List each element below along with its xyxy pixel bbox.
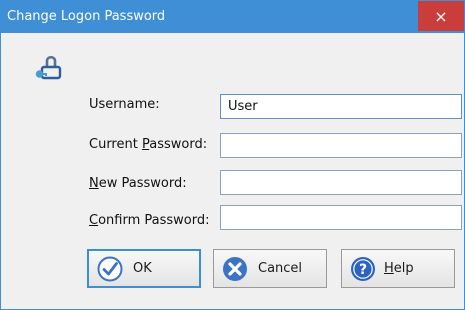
- question-circle-icon: ?: [351, 256, 375, 281]
- cancel-label: Cancel: [258, 261, 303, 276]
- close-button[interactable]: ×: [418, 1, 464, 31]
- new-password-label: New Password:: [89, 176, 187, 191]
- confirm-password-field[interactable]: [220, 205, 462, 230]
- cancel-button[interactable]: Cancel: [213, 249, 327, 288]
- x-circle-icon: [223, 256, 247, 281]
- help-button[interactable]: ? Help: [341, 249, 455, 288]
- username-label: Username:: [89, 97, 160, 112]
- check-circle-icon: [97, 256, 123, 281]
- close-icon: ×: [434, 6, 448, 26]
- ok-label: OK: [133, 261, 152, 276]
- current-password-label: Current Password:: [89, 137, 208, 152]
- window-title: Change Logon Password: [7, 9, 166, 24]
- confirm-password-label: Confirm Password:: [89, 213, 210, 228]
- current-password-field[interactable]: [220, 133, 462, 158]
- new-password-field[interactable]: [220, 170, 462, 195]
- key-lock-icon: [35, 55, 62, 80]
- title-bar[interactable]: Change Logon Password ×: [1, 1, 464, 33]
- ok-button[interactable]: OK: [87, 249, 201, 288]
- username-field[interactable]: [220, 94, 462, 119]
- change-logon-password-dialog: Change Logon Password × Username: Curren…: [0, 0, 465, 310]
- help-label: Help: [384, 261, 414, 276]
- svg-text:?: ?: [359, 262, 367, 278]
- dialog-body: Username: Current Password: New Password…: [1, 33, 464, 309]
